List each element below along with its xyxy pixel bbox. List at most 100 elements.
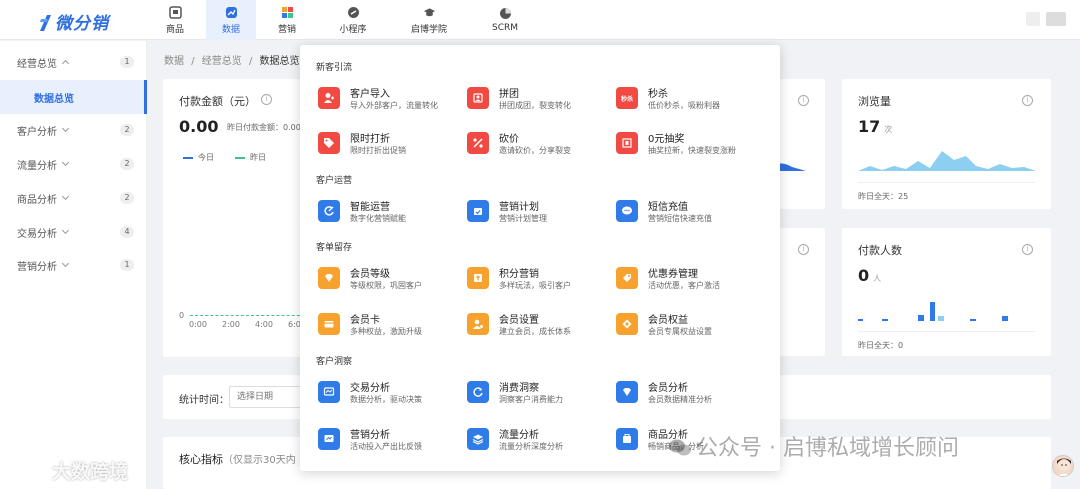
marketing-analysis-icon: [318, 428, 340, 450]
help-icon[interactable]: i: [1022, 244, 1033, 255]
menu-item-desc: 低价秒杀，吸粉利器: [648, 101, 720, 110]
sidebar-item-trade[interactable]: 交易分析 4: [0, 215, 147, 249]
menu-item-flash-sale[interactable]: 秒杀 秒杀 低价秒杀，吸粉利器: [616, 84, 766, 116]
top-bar: 微分销 商品 数据 营销 小程序 启博学院 SCRM: [0, 0, 1080, 40]
menu-item-title: 营销分析: [350, 430, 390, 441]
nav-academy[interactable]: 启博学院: [394, 0, 464, 40]
help-icon[interactable]: i: [261, 94, 272, 105]
payers-bars: [858, 302, 1008, 321]
legend-today: 今日: [183, 152, 214, 163]
menu-item-desc: 洞察客户消费能力: [499, 395, 563, 404]
payers-number: 0: [858, 266, 870, 285]
menu-item-desc: 拼团成团，裂变转化: [499, 101, 571, 110]
menu-item-marketing-analysis[interactable]: 营销分析 活动投入产出比反馈: [318, 425, 468, 457]
help-icon[interactable]: i: [798, 244, 809, 255]
nav-miniprogram[interactable]: 小程序: [318, 0, 388, 40]
menu-item-desc: 抽奖拉新，快速裂变涨粉: [648, 146, 736, 155]
section-title: 客户运营: [316, 176, 353, 186]
member-benefit-icon: [616, 313, 638, 335]
sidebar-item-customer[interactable]: 客户分析 2: [0, 113, 147, 147]
sidebar-item-data-overview[interactable]: 数据总览: [0, 80, 147, 114]
help-icon[interactable]: i: [1022, 95, 1033, 106]
breadcrumb-sep: /: [191, 56, 195, 67]
user-import-icon: [318, 87, 340, 109]
group-buy-icon: [467, 87, 489, 109]
menu-item-points-marketing[interactable]: 积分营销 多样玩法，吸引客户: [467, 264, 617, 296]
logo-icon: [40, 15, 51, 31]
nav-goods[interactable]: 商品: [150, 0, 200, 40]
yesterday-pay: 昨日付款金额：0.00: [227, 123, 301, 132]
views-value: 17 次: [858, 117, 892, 136]
menu-item-smart-ops[interactable]: 智能运营 数字化营销赋能: [318, 197, 468, 229]
nav-marketing[interactable]: 营销: [262, 0, 312, 40]
lottery-icon: [616, 132, 638, 154]
chevron-down-icon: [61, 192, 70, 201]
breadcrumb-item[interactable]: 数据: [164, 56, 184, 67]
app-logo[interactable]: 微分销: [38, 9, 109, 34]
pie-icon: [499, 7, 512, 20]
sidebar-item-traffic[interactable]: 流量分析 2: [0, 147, 147, 181]
unit-label: 人: [873, 274, 882, 283]
menu-item-member-settings[interactable]: 会员设置 建立会员，成长体系: [467, 310, 617, 342]
member-card-icon: [318, 313, 340, 335]
nav-scrm[interactable]: SCRM: [470, 0, 540, 40]
member-settings-icon: [467, 313, 489, 335]
menu-item-sms-recharge[interactable]: 短信充值 营销短信快速充值: [616, 197, 766, 229]
menu-item-customer-import[interactable]: 客户导入 导入外部客户，流量转化: [318, 84, 468, 116]
unit-label: 次: [884, 125, 893, 134]
sidebar-item-goods[interactable]: 商品分析 2: [0, 181, 147, 215]
menu-item-desc: 会员数据精准分析: [648, 395, 712, 404]
menu-item-member-analysis[interactable]: 会员分析 会员数据精准分析: [616, 378, 766, 410]
menu-item-title: 会员权益: [648, 315, 688, 326]
payers-value: 0人: [858, 266, 881, 285]
y-tick: 0: [179, 311, 185, 320]
sidebar-item-marketing[interactable]: 营销分析 1: [0, 248, 147, 282]
menu-item-coupon-manage[interactable]: 优惠券管理 活动优惠，客户激活: [616, 264, 766, 296]
menu-item-desc: 等级权限，巩固客户: [350, 281, 422, 290]
sidebar-item-label: 交易分析: [17, 228, 57, 240]
sidebar-item-label: 流量分析: [17, 160, 57, 172]
menu-item-member-benefit[interactable]: 会员权益 会员专属权益设置: [616, 310, 766, 342]
menu-item-title: 智能运营: [350, 202, 390, 213]
menu-item-trade-analysis[interactable]: 交易分析 数据分析，驱动决策: [318, 378, 468, 410]
assistant-avatar[interactable]: [1052, 455, 1074, 477]
menu-item-lottery[interactable]: 0元抽奖 抽奖拉新，快速裂变涨粉: [616, 129, 766, 161]
goods-analysis-icon: [616, 428, 638, 450]
menu-item-desc: 建立会员，成长体系: [499, 327, 571, 336]
menu-item-desc: 营销计划管理: [499, 214, 547, 223]
card-divider: [858, 182, 1035, 183]
menu-item-traffic-analysis[interactable]: 流量分析 流量分析深度分析: [467, 425, 617, 457]
avatar-placeholder[interactable]: [1046, 12, 1066, 26]
help-icon[interactable]: i: [798, 95, 809, 106]
back-icon[interactable]: [1026, 12, 1040, 26]
card-title: 付款金额（元）: [179, 95, 256, 108]
avatar-face-icon: [1057, 458, 1071, 476]
metrics-heading: 核心指标（仅显示30天内: [179, 451, 296, 467]
main-nav: 商品 数据 营销 小程序 启博学院 SCRM: [150, 0, 546, 40]
menu-item-bargain[interactable]: 砍价 邀请砍价，分享裂变: [467, 129, 617, 161]
metrics-subtitle: （仅显示30天内: [223, 455, 296, 466]
menu-item-member-level[interactable]: 会员等级 等级权限，巩固客户: [318, 264, 468, 296]
wechat-watermark: 公众号 · 启博私域增长顾问: [668, 430, 959, 462]
sidebar-item-label: 营销分析: [17, 261, 57, 273]
breadcrumb-sep: /: [248, 56, 253, 67]
breadcrumb-item[interactable]: 经营总览: [202, 56, 242, 67]
views-sparkline: [858, 151, 1036, 171]
chevron-down-icon: [61, 259, 70, 268]
nav-data[interactable]: 数据: [206, 0, 256, 40]
menu-item-timed-discount[interactable]: 限时打折 限时打折出促销: [318, 129, 468, 161]
sidebar-item-overview[interactable]: 经营总览 1: [0, 45, 147, 79]
menu-item-consumption-insight[interactable]: 消费洞察 洞察客户消费能力: [467, 378, 617, 410]
sidebar-item-label: 客户分析: [17, 126, 57, 138]
sidebar: 经营总览 1 数据总览 客户分析 2 流量分析 2 商品分析 2 交易分析 4 …: [0, 41, 147, 489]
payers-card: 付款人数 i 0人 昨日全天：0: [842, 228, 1051, 356]
metrics-title: 核心指标: [179, 453, 223, 466]
logo-text: 微分销: [55, 14, 109, 34]
section-title: 客户洞察: [316, 357, 353, 367]
store-icon: [168, 5, 182, 19]
menu-item-marketing-plan[interactable]: 营销计划 营销计划管理: [467, 197, 617, 229]
brand-watermark-text: 大数跨境: [52, 461, 129, 483]
plan-icon: [467, 200, 489, 222]
menu-item-member-card[interactable]: 会员卡 多种权益，激励升级: [318, 310, 468, 342]
menu-item-group-buy[interactable]: 拼团 拼团成团，裂变转化: [467, 84, 617, 116]
